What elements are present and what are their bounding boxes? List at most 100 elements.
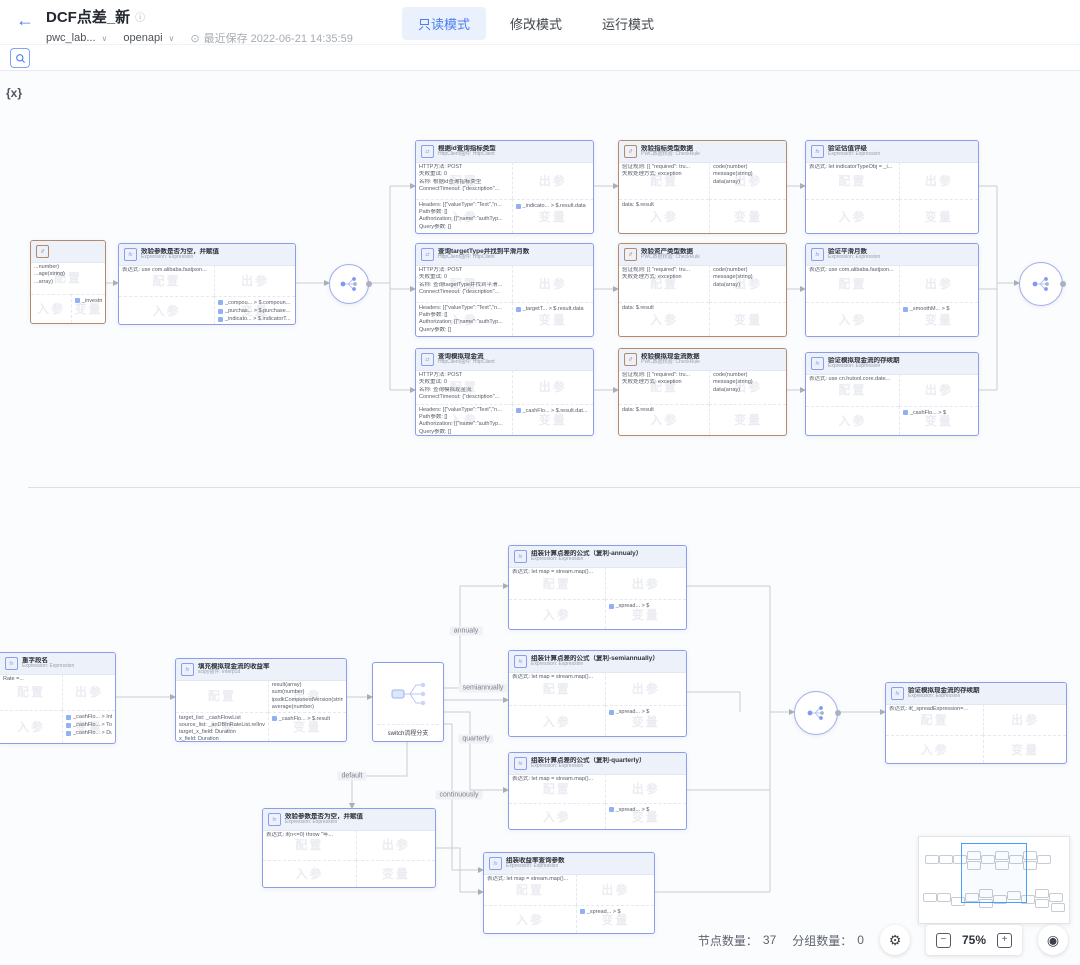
- flow-node-verify-duration-bottom[interactable]: fx验证模拟现金流的存续期Expression: Expression配置表达式…: [885, 682, 1067, 764]
- branch-junction-0[interactable]: [329, 264, 369, 304]
- node-config-line: x_field: Duration: [179, 736, 265, 741]
- zoom-level: 75%: [962, 933, 986, 947]
- node-quadrant-br: 变量_spread... > $: [576, 905, 654, 933]
- node-subtitle: Expression: Expression: [531, 764, 645, 770]
- node-quadrant-bl: 入参Headers: [{"valueType":"Text","n...Pat…: [416, 302, 512, 336]
- checkbox-icon[interactable]: [218, 300, 223, 305]
- node-config-line: 表达式: let indicatorTypeObj = _i...: [809, 164, 896, 171]
- app-label: openapi: [123, 32, 162, 44]
- checkbox-icon[interactable]: [516, 204, 521, 209]
- expr-plugin-icon: fx: [811, 145, 824, 158]
- checkbox-icon[interactable]: [903, 410, 908, 415]
- node-header: ⇄查询targetType并找到平滑月数HttpClient插件: HttpCl…: [416, 244, 593, 266]
- flow-node-verify-smooth-months[interactable]: fx验证平滑月数Expression: Expression配置表达式: use…: [805, 243, 979, 337]
- checkbox-icon[interactable]: [218, 309, 223, 314]
- node-config-line: 表达式: use com.alibaba.fastjson...: [809, 267, 896, 274]
- flow-node-check-asset-data[interactable]: if效验资产类型数据PWC数据校验: CheckRule配置验证规则: [{ "…: [618, 243, 787, 337]
- checkbox-icon[interactable]: [609, 604, 614, 609]
- flow-node-spread-quarterly[interactable]: fx组装计算点差的公式（复利-quarterly）Expression: Exp…: [508, 752, 687, 830]
- flow-node-build-yield-query[interactable]: fx组装收益率查询参数Expression: Expression配置表达式: …: [483, 852, 655, 934]
- flow-node-switch-branch[interactable]: switch流程分支: [372, 662, 444, 742]
- checkbox-icon[interactable]: [516, 408, 521, 413]
- node-config-line: 名称: 根据id查询指标类型: [419, 179, 509, 186]
- edge-label-default: default: [337, 772, 366, 781]
- flow-node-check-head[interactable]: if配置...number)...age(string)...array)出参入…: [30, 240, 106, 324]
- variables-button[interactable]: {x}: [6, 86, 22, 100]
- expr-plugin-icon: fx: [489, 857, 502, 870]
- node-subtitle: Expression: Expression: [506, 864, 565, 870]
- checkbox-icon[interactable]: [75, 298, 80, 303]
- back-button[interactable]: ←: [16, 11, 34, 29]
- search-icon[interactable]: [10, 48, 30, 68]
- flow-node-reset-field-name[interactable]: fx重字段名Expression: Expression配置Rate =...出…: [0, 652, 116, 744]
- variable-row: _investm... > $.investm...: [75, 297, 102, 305]
- variable-mapping: _spread... > $: [616, 806, 650, 814]
- flow-node-verify-duration-top[interactable]: fx验证模拟现金流的存续期Expression: Expression配置表达式…: [805, 352, 979, 436]
- checkbox-icon[interactable]: [272, 716, 277, 721]
- flow-node-query-cashflow[interactable]: ⇄查询模拟现金流HttpClient插件: HttpClient配置HTTP方法…: [415, 348, 594, 436]
- checkbox-icon[interactable]: [580, 909, 585, 914]
- checkbox-icon[interactable]: [66, 715, 71, 720]
- node-config-line: 失败处理方式: exception: [622, 274, 706, 281]
- mode-tabs: 只读模式修改模式运行模式: [402, 7, 670, 40]
- flow-node-check-params-1[interactable]: fx效验参数是否为空，并赋值Expression: Expression配置表达…: [118, 243, 296, 325]
- flow-node-fill-yield[interactable]: fx填充模拟现金流的收益率scipy插件: interp1d配置出参result…: [175, 658, 347, 742]
- watermark: 出参: [606, 672, 686, 705]
- fit-view-button[interactable]: ◉: [1038, 925, 1068, 955]
- node-config-line: HTTP方法: POST: [419, 372, 509, 379]
- node-quadrant-tl: 配置表达式: let map = stream.map()...: [509, 672, 605, 705]
- flow-node-check-params-2[interactable]: fx效验参数是否为空，并赋值Expression: Expression配置表达…: [262, 808, 436, 888]
- node-count: 节点数量：37: [698, 932, 776, 949]
- info-icon[interactable]: ⓘ: [135, 9, 145, 24]
- zoom-in-button[interactable]: +: [997, 933, 1012, 948]
- variable-row: _cashFlo... > $.result.dat...: [516, 407, 590, 415]
- checkbox-icon[interactable]: [903, 307, 908, 312]
- flow-node-check-cashflow-data[interactable]: if校验模拟现金流数据PWC数据校验: CheckRule配置验证规则: [{ …: [618, 348, 787, 436]
- variable-mapping: _cashFlo... > $.result: [279, 715, 330, 723]
- watermark: 入参: [509, 804, 605, 829]
- app-select[interactable]: openapi ∨: [123, 32, 174, 44]
- node-config-line: code(number): [713, 164, 783, 171]
- branch-icon: [805, 704, 827, 722]
- node-quadrant-tr: 出参code(number)message(string)data(array): [709, 370, 786, 404]
- tab-mode-1[interactable]: 修改模式: [494, 7, 578, 40]
- watermark: 入参: [806, 407, 899, 435]
- tab-mode-0[interactable]: 只读模式: [402, 7, 486, 40]
- node-config-line: result(array): [272, 682, 343, 689]
- checkbox-icon[interactable]: [66, 723, 71, 728]
- node-config-line: 表达式: use cn.hutool.core.date...: [809, 376, 896, 383]
- node-quadrant-br: 变量: [709, 199, 786, 233]
- checkbox-icon[interactable]: [609, 807, 614, 812]
- settings-button[interactable]: ⚙: [880, 925, 910, 955]
- node-quadrant-bl: 入参target_list: _cashFlowListsource_list:…: [176, 712, 268, 741]
- checkbox-icon[interactable]: [66, 731, 71, 736]
- zoom-out-button[interactable]: −: [936, 933, 951, 948]
- branch-junction-1[interactable]: [1019, 262, 1063, 306]
- node-config-line: Path参数: []: [419, 312, 509, 319]
- checkbox-icon[interactable]: [516, 307, 521, 312]
- node-config-line: data(array): [713, 282, 783, 289]
- variable-mapping: _spread... > $: [587, 908, 621, 916]
- checkbox-icon[interactable]: [609, 710, 614, 715]
- node-quadrant-tr: 出参: [512, 370, 593, 404]
- minimap-viewport[interactable]: [961, 843, 1027, 903]
- flow-node-query-indicator-type[interactable]: ⇄根据id查询指标类型HttpClient插件: HttpClient配置HTT…: [415, 140, 594, 234]
- flow-node-spread-semiannually[interactable]: fx组装计算点差的公式（复利-semiannually）Expression: …: [508, 650, 687, 737]
- variable-mapping: _cashFlo... > Duration: [73, 729, 112, 737]
- edge-label-quarterly: quarterly: [458, 735, 493, 744]
- flow-node-verify-rating[interactable]: fx验证估值评级Expression: Expression配置表达式: let…: [805, 140, 979, 234]
- checkbox-icon[interactable]: [218, 317, 223, 322]
- variable-row: _spread... > $: [609, 806, 683, 814]
- flow-node-check-indicator-data[interactable]: if效验指标类型数据PWC数据校验: CheckRule配置验证规则: [{ "…: [618, 140, 787, 234]
- minimap-node: [1051, 903, 1065, 912]
- flow-node-spread-annualy[interactable]: fx组装计算点差的公式（复利-annualy）Expression: Expre…: [508, 545, 687, 630]
- node-quadrant-tl: 配置表达式: let map = stream.map()...: [509, 567, 605, 599]
- minimap[interactable]: [918, 836, 1070, 924]
- minimap-node: [1037, 855, 1051, 864]
- tab-mode-2[interactable]: 运行模式: [586, 7, 670, 40]
- workspace-select[interactable]: pwc_lab... ∨: [46, 32, 107, 44]
- watermark: 出参: [215, 265, 295, 296]
- branch-junction-2[interactable]: [794, 691, 838, 735]
- flow-canvas[interactable]: {x} 节点数量：37 分组数量：0 ⚙ − 75% + ◉ annualyse…: [0, 0, 1080, 965]
- flow-node-query-target-type[interactable]: ⇄查询targetType并找到平滑月数HttpClient插件: HttpCl…: [415, 243, 594, 337]
